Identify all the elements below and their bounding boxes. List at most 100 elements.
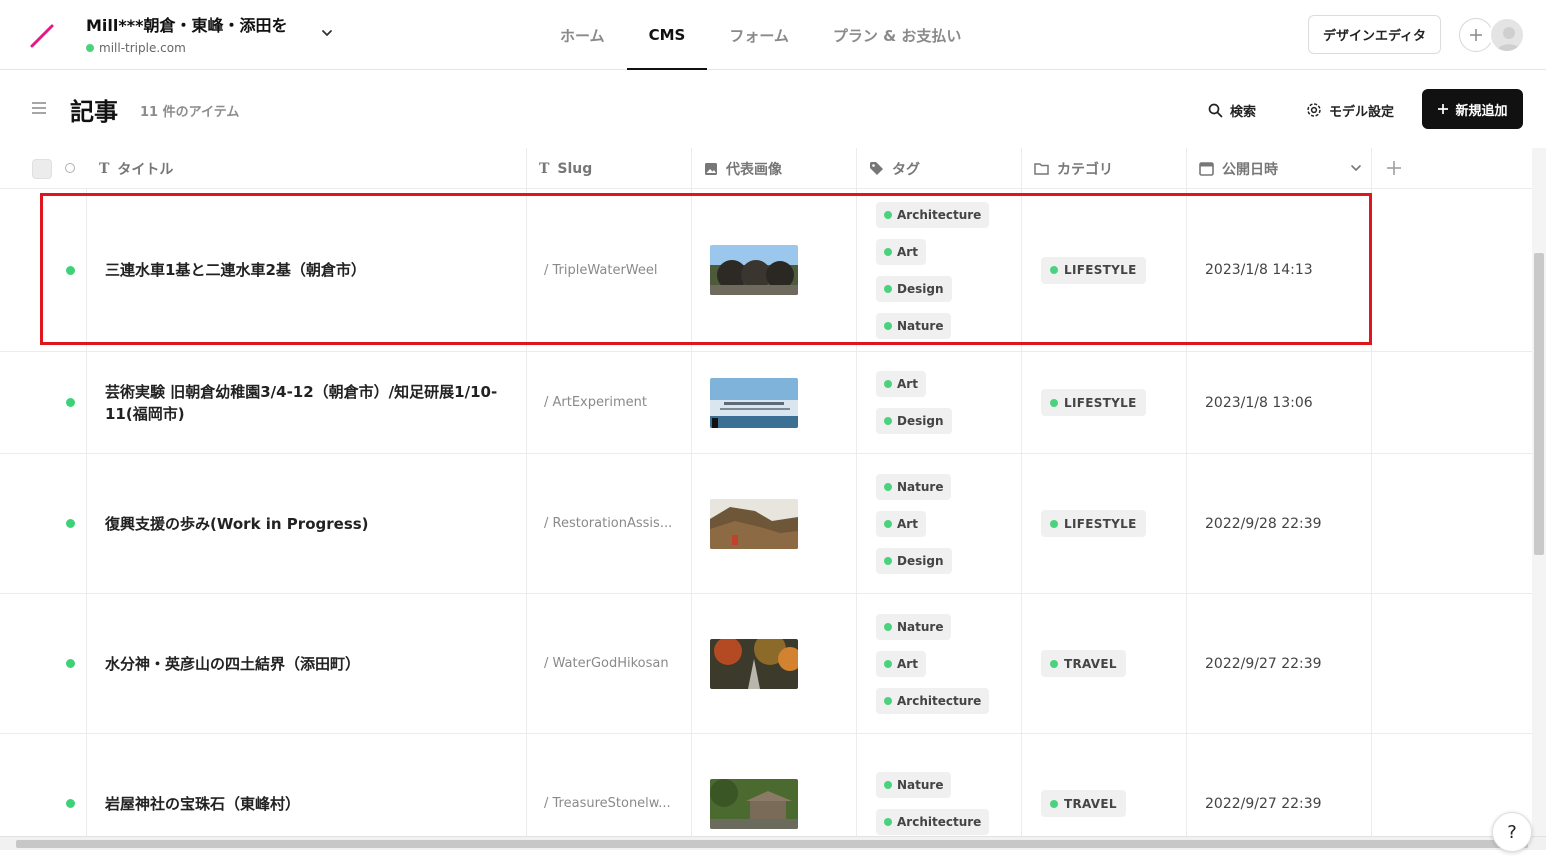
tag-badge: Nature	[876, 312, 952, 339]
folder-icon	[1034, 163, 1049, 175]
slug-cell[interactable]: / TripleWaterWeel	[527, 189, 692, 351]
column-date[interactable]: 公開日時	[1187, 148, 1372, 189]
add-item-button[interactable]: 新規追加	[1422, 89, 1523, 129]
table-row[interactable]: 復興支援の歩み(Work in Progress) / RestorationA…	[0, 454, 1532, 594]
image-cell[interactable]	[692, 734, 857, 836]
date-cell[interactable]: 2022/9/27 22:39	[1187, 594, 1372, 733]
title-cell[interactable]: 芸術実験 旧朝倉幼稚園3/4-12（朝倉市）/知足研展1/10-11(福岡市)	[87, 352, 527, 453]
column-slug[interactable]: T Slug	[527, 148, 692, 189]
design-editor-button[interactable]: デザインエディタ	[1308, 15, 1441, 54]
table-row[interactable]: 水分神・英彦山の四土結界（添田町） / WaterGodHikosan Natu…	[0, 594, 1532, 734]
tag-dot	[884, 210, 892, 219]
site-switcher[interactable]: Mill***朝倉・東峰・添田を mill-triple.com	[86, 12, 287, 55]
tags-cell[interactable]: Architecture Art Design Nature	[857, 189, 1022, 351]
category-label: LIFESTYLE	[1064, 395, 1137, 410]
item-title: 水分神・英彦山の四土結界（添田町）	[105, 654, 361, 673]
user-icon	[1497, 27, 1521, 51]
item-slug: / RestorationAssis...	[544, 516, 673, 531]
title-cell[interactable]: 三連水車1基と二連水車2基（朝倉市）	[87, 189, 527, 351]
tag-label: Architecture	[897, 693, 982, 708]
tags-cell[interactable]: Nature Art Design	[857, 454, 1022, 593]
date-cell[interactable]: 2023/1/8 13:06	[1187, 352, 1372, 453]
table-row[interactable]: 三連水車1基と二連水車2基（朝倉市） / TripleWaterWeel Arc…	[0, 189, 1532, 352]
app-logo-icon[interactable]	[28, 22, 56, 50]
tag-dot	[884, 417, 892, 425]
tab-plan-billing[interactable]: プラン & お支払い	[811, 0, 984, 70]
select-all-checkbox[interactable]	[32, 159, 52, 179]
column-image[interactable]: 代表画像	[692, 148, 857, 189]
column-date-label: 公開日時	[1222, 161, 1278, 178]
calendar-icon	[1199, 162, 1214, 176]
tab-home[interactable]: ホーム	[538, 0, 627, 70]
image-cell[interactable]	[692, 189, 857, 351]
slug-cell[interactable]: / RestorationAssis...	[527, 454, 692, 593]
chevron-down-icon[interactable]	[320, 26, 334, 40]
status-cell	[0, 734, 87, 836]
image-cell[interactable]	[692, 454, 857, 593]
items-table: T タイトル T Slug 代表画像 タグ カテゴリ 公開日時 三連水車1基と二…	[0, 148, 1532, 836]
category-label: LIFESTYLE	[1064, 263, 1137, 277]
category-cell[interactable]: LIFESTYLE	[1022, 352, 1187, 453]
horizontal-scrollbar[interactable]	[0, 836, 1546, 850]
column-title[interactable]: T タイトル	[87, 148, 527, 189]
vertical-scrollbar[interactable]	[1532, 148, 1546, 836]
tag-badge: Art	[876, 371, 926, 397]
date-cell[interactable]: 2022/9/27 22:39	[1187, 734, 1372, 836]
published-status-dot	[66, 659, 75, 668]
search-button[interactable]: 検索	[1208, 96, 1256, 124]
slug-cell[interactable]: / WaterGodHikosan	[527, 594, 692, 733]
add-member-button[interactable]	[1459, 18, 1493, 52]
category-cell[interactable]: TRAVEL	[1022, 594, 1187, 733]
tag-badge: Nature	[876, 473, 952, 500]
category-cell[interactable]: LIFESTYLE	[1022, 189, 1187, 351]
item-title: 復興支援の歩み(Work in Progress)	[105, 514, 369, 533]
slug-cell[interactable]: / TreasureStonelw...	[527, 734, 692, 836]
site-status-dot	[86, 44, 94, 52]
tags-cell[interactable]: Nature Art Architecture	[857, 594, 1022, 733]
model-settings-button[interactable]: モデル設定	[1306, 96, 1394, 124]
table-row[interactable]: 芸術実験 旧朝倉幼稚園3/4-12（朝倉市）/知足研展1/10-11(福岡市) …	[0, 352, 1532, 454]
avatar[interactable]	[1489, 17, 1525, 53]
tag-label: Nature	[897, 619, 944, 634]
column-tags[interactable]: タグ	[857, 148, 1022, 189]
tag-badge: Nature	[876, 772, 952, 798]
publish-date: 2022/9/27 22:39	[1205, 655, 1322, 672]
column-category[interactable]: カテゴリ	[1022, 148, 1187, 189]
published-status-dot	[66, 265, 75, 275]
image-cell[interactable]	[692, 352, 857, 453]
horizontal-scroll-thumb[interactable]	[16, 840, 1528, 848]
category-cell[interactable]: LIFESTYLE	[1022, 454, 1187, 593]
item-count: 11 件のアイテム	[140, 105, 240, 120]
image-cell[interactable]	[692, 594, 857, 733]
published-status-dot	[66, 398, 75, 407]
tag-list: Nature Architecture	[857, 772, 990, 835]
thumbnail-image	[710, 778, 798, 829]
title-cell[interactable]: 水分神・英彦山の四土結界（添田町）	[87, 594, 527, 733]
date-cell[interactable]: 2022/9/28 22:39	[1187, 454, 1372, 593]
item-title: 岩屋神社の宝珠石（東峰村）	[105, 794, 301, 813]
tag-badge: Design	[876, 408, 952, 434]
menu-icon[interactable]	[30, 100, 48, 116]
slug-cell[interactable]: / ArtExperiment	[527, 352, 692, 453]
help-button[interactable]: ?	[1492, 812, 1532, 852]
date-cell[interactable]: 2023/1/8 14:13	[1187, 189, 1372, 351]
category-cell[interactable]: TRAVEL	[1022, 734, 1187, 836]
vertical-scroll-thumb[interactable]	[1534, 253, 1544, 555]
chevron-down-icon[interactable]	[1350, 162, 1362, 174]
tag-dot	[884, 622, 892, 631]
title-cell[interactable]: 復興支援の歩み(Work in Progress)	[87, 454, 527, 593]
tag-badge: Art	[876, 510, 926, 537]
tag-dot	[884, 519, 892, 528]
site-domain-row: mill-triple.com	[86, 41, 287, 55]
tag-label: Art	[897, 656, 918, 671]
tag-dot	[884, 247, 892, 256]
tab-cms[interactable]: CMS	[626, 0, 708, 70]
title-cell[interactable]: 岩屋神社の宝珠石（東峰村）	[87, 734, 527, 836]
tab-forms[interactable]: フォーム	[707, 0, 811, 70]
table-row[interactable]: 岩屋神社の宝珠石（東峰村） / TreasureStonelw... Natur…	[0, 734, 1532, 836]
tags-cell[interactable]: Nature Architecture	[857, 734, 1022, 836]
tag-list: Architecture Art Design Nature	[857, 201, 990, 339]
add-column-icon[interactable]	[1384, 158, 1404, 178]
column-title-label: タイトル	[117, 161, 174, 178]
tags-cell[interactable]: Art Design	[857, 352, 1022, 453]
